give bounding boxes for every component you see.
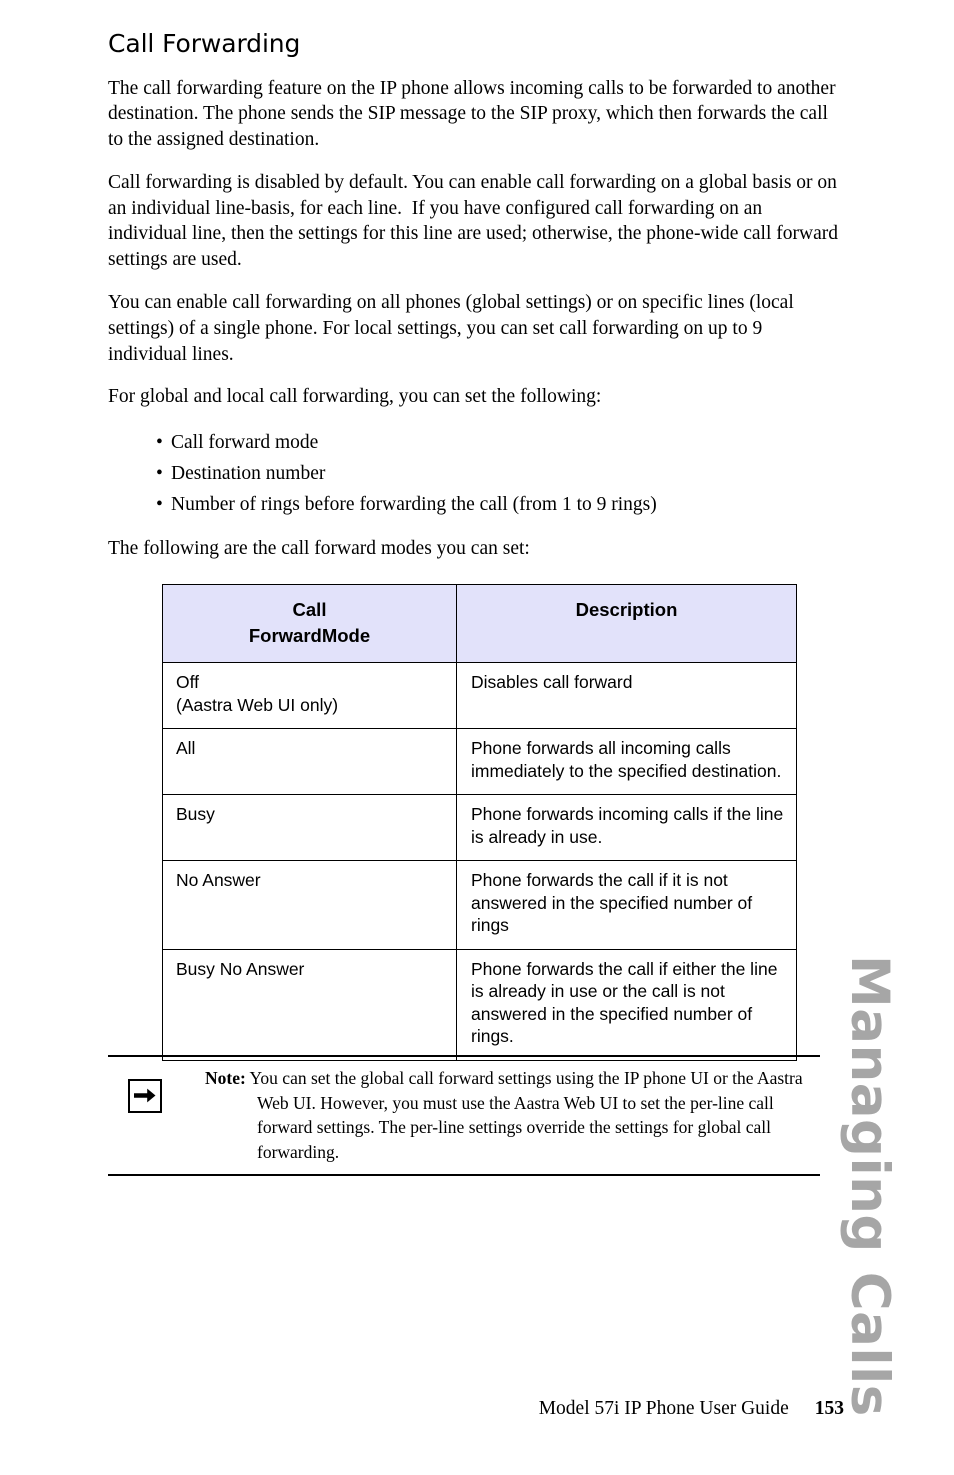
call-forward-modes-table: Call ForwardMode Description Off (Aastra…	[162, 584, 797, 1061]
column-header-mode: Call ForwardMode	[162, 584, 457, 664]
paragraph-default-state: Call forwarding is disabled by default. …	[108, 171, 843, 271]
note-callout: Note: You can set the global call forwar…	[108, 1055, 820, 1176]
document-page: Call Forwarding The call forwarding feat…	[0, 0, 954, 1475]
column-header-description: Description	[456, 584, 797, 664]
cell-description: Phone forwards the call if either the li…	[456, 948, 797, 1061]
cell-mode: No Answer	[162, 860, 457, 950]
table-row: Busy Phone forwards incoming calls if th…	[162, 794, 797, 862]
page-title: Call Forwarding	[108, 29, 301, 58]
column-header-description-label: Description	[575, 599, 678, 621]
list-item: • Call forward mode	[108, 427, 844, 458]
column-header-mode-line1: Call	[292, 599, 327, 621]
right-arrow-icon	[128, 1079, 162, 1113]
paragraph-table-lead-in: The following are the call forward modes…	[108, 538, 530, 560]
paragraph-settings-lead-in: For global and local call forwarding, yo…	[108, 386, 602, 408]
list-item-label: Destination number	[171, 463, 326, 485]
cell-description: Disables call forward	[456, 662, 797, 730]
bullet-icon: •	[156, 432, 163, 454]
cell-mode-line1: All	[176, 738, 196, 759]
settings-bullet-list: • Call forward mode • Destination number •…	[108, 427, 844, 520]
cell-mode-line1: Busy No Answer	[176, 958, 305, 979]
paragraph-intro: The call forwarding feature on the IP ph…	[108, 77, 841, 151]
table-row: Busy No Answer Phone forwards the call i…	[162, 948, 797, 1061]
list-item: • Number of rings before forwarding the c…	[108, 489, 844, 520]
list-item-label: Call forward mode	[171, 432, 319, 454]
cell-mode: Busy	[162, 794, 457, 862]
footer-guide-title: Model 57i IP Phone User Guide	[538, 1398, 789, 1419]
cell-mode-line1: Busy	[176, 804, 215, 825]
table-row: No Answer Phone forwards the call if it …	[162, 860, 797, 950]
list-item: • Destination number	[108, 458, 844, 489]
note-text-block: Note: You can set the global call forwar…	[205, 1066, 820, 1164]
note-text: You can set the global call forward sett…	[249, 1068, 803, 1162]
footer-page-number: 153	[814, 1398, 844, 1419]
cell-description: Phone forwards all incoming calls immedi…	[456, 728, 797, 796]
table-row: All Phone forwards all incoming calls im…	[162, 728, 797, 796]
chapter-side-tab: Managing Calls	[839, 955, 953, 1417]
cell-description: Phone forwards the call if it is not ans…	[456, 860, 797, 950]
page-content: Call Forwarding The call forwarding feat…	[108, 30, 844, 1061]
cell-mode: Off (Aastra Web UI only)	[162, 662, 457, 730]
bullet-icon: •	[156, 494, 163, 516]
cell-mode-line1: No Answer	[176, 870, 261, 891]
list-item-label: Number of rings before forwarding the ca…	[171, 494, 657, 516]
cell-mode-line1: Off	[176, 672, 200, 693]
paragraph-global-local: You can enable call forwarding on all ph…	[108, 292, 799, 365]
cell-mode: All	[162, 728, 457, 796]
note-bottom-rule	[108, 1174, 820, 1176]
chapter-side-tab-label: Managing Calls	[839, 955, 900, 1417]
note-body: Note: You can set the global call forwar…	[108, 1057, 820, 1174]
note-label: Note:	[205, 1068, 246, 1088]
table-header-row: Call ForwardMode Description	[162, 584, 797, 664]
bullet-icon: •	[156, 463, 163, 485]
cell-description: Phone forwards incoming calls if the lin…	[456, 794, 797, 862]
call-forward-modes-table-wrapper: Call ForwardMode Description Off (Aastra…	[162, 584, 797, 1061]
page-footer: Model 57i IP Phone User Guide 153	[108, 1398, 844, 1420]
cell-mode: Busy No Answer	[162, 948, 457, 1061]
cell-mode-line2: (Aastra Web UI only)	[176, 694, 339, 715]
column-header-mode-line2: ForwardMode	[248, 625, 371, 647]
table-row: Off (Aastra Web UI only) Disables call f…	[162, 662, 797, 730]
